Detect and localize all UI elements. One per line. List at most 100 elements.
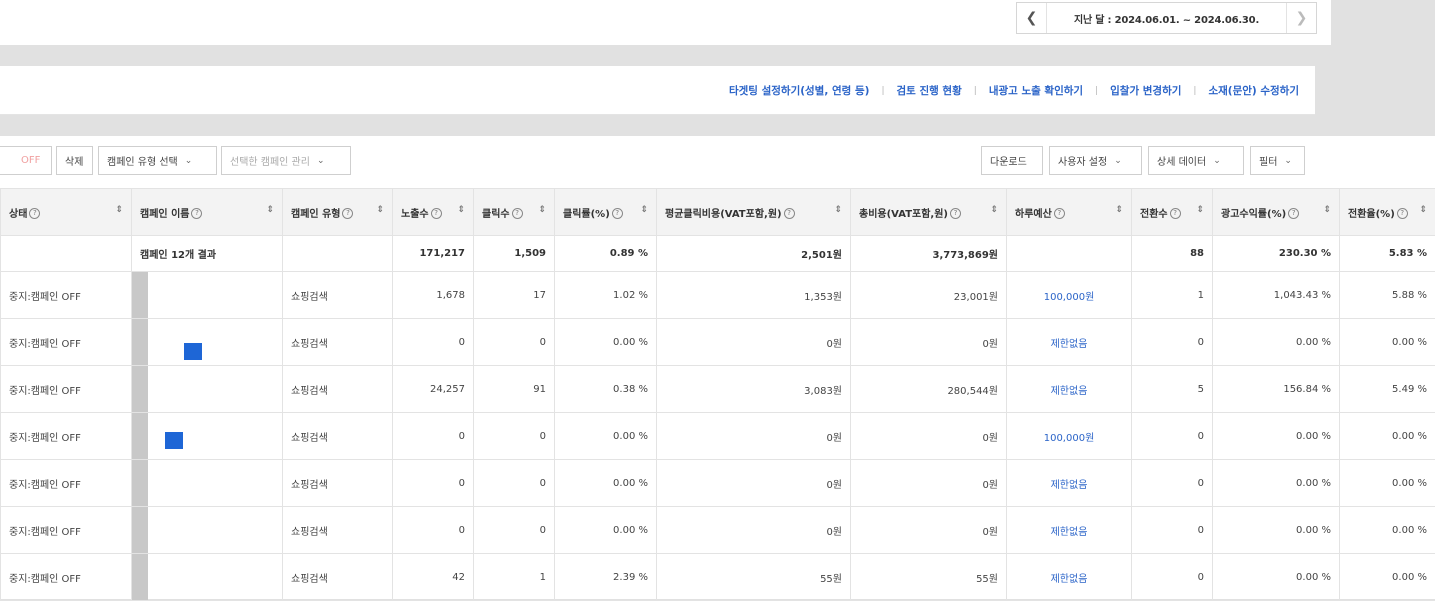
table-row[interactable]: 중지:캠페인 OFF쇼핑검색4212.39 %55원55원제한없음00.00 %… [1,554,1435,601]
col-campaign-type[interactable]: 캠페인 유형?⇕ [283,189,393,236]
ad-exposure-check-link[interactable]: 내광고 노출 확인하기 [989,83,1083,98]
sort-icon[interactable]: ⇕ [834,205,842,215]
row-cvr: 0.00 % [1340,554,1435,601]
row-total-cost: 55원 [851,554,1007,601]
chevron-right-icon[interactable]: ❯ [1286,3,1316,33]
summary-ctr: 0.89 % [555,236,657,272]
row-cvr: 0.00 % [1340,319,1435,366]
col-cvr[interactable]: 전환율(%)?⇕ [1340,189,1435,236]
row-campaign-name[interactable] [132,413,283,460]
delete-button[interactable]: 삭제 [56,146,93,175]
row-campaign-name[interactable] [132,554,283,601]
row-daily-budget[interactable]: 제한없음 [1007,554,1132,601]
row-campaign-type: 쇼핑검색 [283,272,393,319]
off-button[interactable]: OFF [0,146,52,175]
row-conversions: 5 [1132,366,1213,413]
help-icon[interactable]: ? [29,208,40,219]
row-cvr: 5.49 % [1340,366,1435,413]
row-daily-budget[interactable]: 100,000원 [1007,413,1132,460]
col-total-cost[interactable]: 총비용(VAT포함,원)?⇕ [851,189,1007,236]
user-settings-select[interactable]: 사용자 설정 ⌄ [1049,146,1142,175]
help-icon[interactable]: ? [1054,208,1065,219]
sort-icon[interactable]: ⇕ [640,205,648,215]
filter-select[interactable]: 필터 ⌄ [1250,146,1305,175]
help-icon[interactable]: ? [191,208,202,219]
summary-impressions: 171,217 [393,236,474,272]
summary-clicks: 1,509 [474,236,555,272]
change-bid-link[interactable]: 입찰가 변경하기 [1110,83,1181,98]
sort-icon[interactable]: ⇕ [457,205,465,215]
sort-icon[interactable]: ⇕ [376,205,384,215]
row-cvr: 5.88 % [1340,272,1435,319]
row-campaign-type: 쇼핑검색 [283,507,393,554]
help-icon[interactable]: ? [784,208,795,219]
targeting-settings-link[interactable]: 타겟팅 설정하기(성별, 연령 등) [729,83,869,98]
help-icon[interactable]: ? [512,208,523,219]
quick-links: 타겟팅 설정하기(성별, 연령 등) | 검토 진행 현황 | 내광고 노출 확… [729,83,1299,98]
sort-icon[interactable]: ⇕ [115,205,123,215]
row-avg-cpc: 0원 [657,413,851,460]
detail-data-select[interactable]: 상세 데이터 ⌄ [1148,146,1244,175]
row-daily-budget[interactable]: 제한없음 [1007,460,1132,507]
col-impressions[interactable]: 노출수?⇕ [393,189,474,236]
row-campaign-name[interactable] [132,507,283,554]
help-icon[interactable]: ? [1397,208,1408,219]
row-daily-budget[interactable]: 100,000원 [1007,272,1132,319]
table-row[interactable]: 중지:캠페인 OFF쇼핑검색000.00 %0원0원제한없음00.00 %0.0… [1,319,1435,366]
row-clicks: 91 [474,366,555,413]
col-avg-cpc[interactable]: 평균클릭비용(VAT포함,원)?⇕ [657,189,851,236]
row-conversions: 0 [1132,319,1213,366]
row-daily-budget[interactable]: 제한없음 [1007,366,1132,413]
row-daily-budget[interactable]: 제한없음 [1007,507,1132,554]
table-row[interactable]: 중지:캠페인 OFF쇼핑검색000.00 %0원0원100,000원00.00 … [1,413,1435,460]
row-campaign-name[interactable] [132,319,283,366]
col-roas[interactable]: 광고수익률(%)?⇕ [1213,189,1340,236]
chevron-left-icon[interactable]: ❮ [1017,3,1047,33]
table-row[interactable]: 중지:캠페인 OFF쇼핑검색000.00 %0원0원제한없음00.00 %0.0… [1,460,1435,507]
help-icon[interactable]: ? [1170,208,1181,219]
col-status[interactable]: 상태?⇕ [1,189,132,236]
row-campaign-name[interactable] [132,460,283,507]
chevron-down-icon: ⌄ [1114,156,1122,166]
row-total-cost: 280,544원 [851,366,1007,413]
sort-icon[interactable]: ⇕ [1196,205,1204,215]
col-ctr[interactable]: 클릭률(%)?⇕ [555,189,657,236]
campaign-type-select[interactable]: 캠페인 유형 선택 ⌄ [98,146,217,175]
sort-icon[interactable]: ⇕ [1115,205,1123,215]
row-daily-budget[interactable]: 제한없음 [1007,319,1132,366]
summary-name: 캠페인 12개 결과 [132,236,283,272]
sort-icon[interactable]: ⇕ [1419,205,1427,215]
user-settings-label: 사용자 설정 [1058,153,1107,168]
help-icon[interactable]: ? [431,208,442,219]
sort-icon[interactable]: ⇕ [266,205,274,215]
row-avg-cpc: 0원 [657,507,851,554]
chevron-down-icon: ⌄ [317,156,325,166]
row-campaign-name[interactable] [132,366,283,413]
date-bar: ❮ 지난 달 : 2024.06.01. ~ 2024.06.30. ❯ [0,0,1331,45]
col-clicks[interactable]: 클릭수?⇕ [474,189,555,236]
sort-icon[interactable]: ⇕ [538,205,546,215]
col-conversions[interactable]: 전환수?⇕ [1132,189,1213,236]
row-campaign-name[interactable] [132,272,283,319]
help-icon[interactable]: ? [342,208,353,219]
row-ctr: 0.00 % [555,460,657,507]
manage-selected-campaign-select[interactable]: 선택한 캠페인 관리 ⌄ [221,146,351,175]
table-row[interactable]: 중지:캠페인 OFF쇼핑검색24,257910.38 %3,083원280,54… [1,366,1435,413]
edit-creative-link[interactable]: 소재(문안) 수정하기 [1208,83,1299,98]
sort-icon[interactable]: ⇕ [990,205,998,215]
help-icon[interactable]: ? [612,208,623,219]
download-button[interactable]: 다운로드 [981,146,1043,175]
help-icon[interactable]: ? [1288,208,1299,219]
detail-data-label: 상세 데이터 [1157,153,1206,168]
review-status-link[interactable]: 검토 진행 현황 [896,83,961,98]
row-avg-cpc: 55원 [657,554,851,601]
col-campaign-name[interactable]: 캠페인 이름?⇕ [132,189,283,236]
help-icon[interactable]: ? [950,208,961,219]
link-separator: | [1193,86,1196,96]
table-row[interactable]: 중지:캠페인 OFF쇼핑검색000.00 %0원0원제한없음00.00 %0.0… [1,507,1435,554]
col-daily-budget[interactable]: 하루예산?⇕ [1007,189,1132,236]
sort-icon[interactable]: ⇕ [1323,205,1331,215]
row-clicks: 0 [474,319,555,366]
table-row[interactable]: 중지:캠페인 OFF쇼핑검색1,678171.02 %1,353원23,001원… [1,272,1435,319]
row-avg-cpc: 0원 [657,460,851,507]
